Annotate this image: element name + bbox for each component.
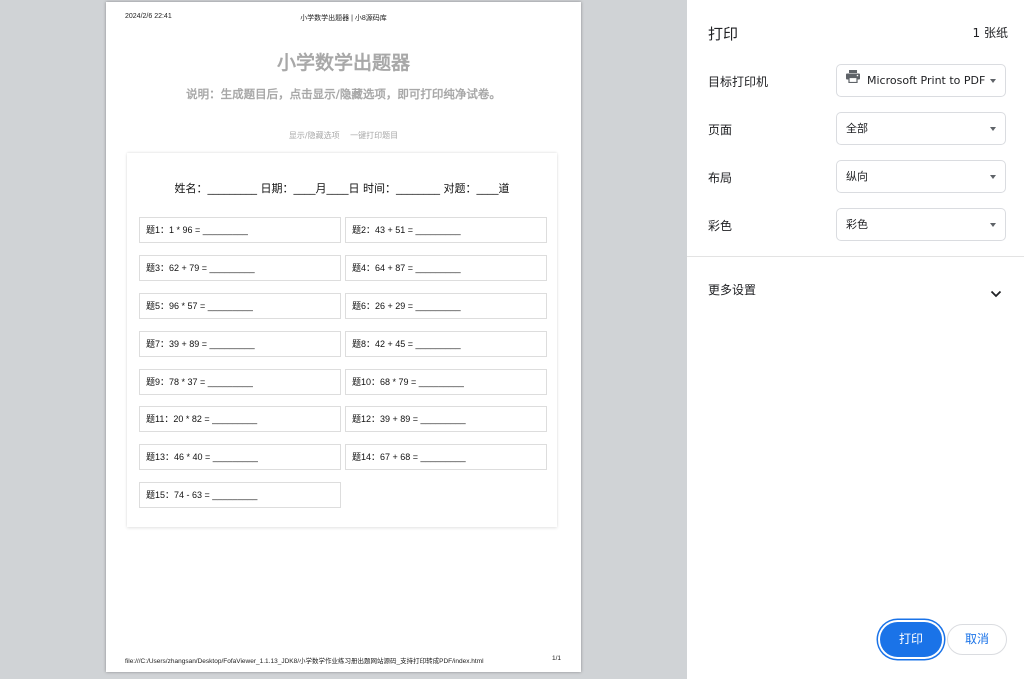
pages-value: 全部 (846, 122, 868, 135)
question-item: 题12：39 + 89 = _________ (345, 406, 547, 432)
print-questions-link[interactable]: 一键打印题目 (350, 131, 398, 140)
layout-label: 布局 (708, 171, 733, 185)
panel-title: 打印 (708, 25, 739, 43)
question-item: 题10：68 * 79 = _________ (345, 369, 547, 395)
print-preview-area: 2024/2/6 22:41 小学数学出题器 | 小8源码库 小学数学出题器 说… (0, 0, 687, 679)
question-item: 题6：26 + 29 = _________ (345, 293, 547, 319)
color-value: 彩色 (846, 218, 868, 231)
printer-icon (846, 64, 860, 95)
destination-value: Microsoft Print to PDF (867, 74, 986, 87)
chevron-down-icon (990, 223, 996, 227)
footer-page-number: 1/1 (552, 655, 562, 662)
layout-select[interactable]: 纵向 (836, 160, 1006, 193)
question-item: 题9：78 * 37 = _________ (139, 369, 341, 395)
page-title: 小学数学出题器 (276, 52, 410, 74)
chevron-down-icon (990, 79, 996, 83)
layout-value: 纵向 (846, 170, 868, 183)
footer-file-path: file:///C:/Users/zhangsan/Desktop/FofaVi… (125, 658, 484, 665)
print-button[interactable]: 打印 (880, 622, 942, 657)
pages-label: 页面 (708, 123, 733, 137)
student-info-line: 姓名：_________ 日期：____月____日 时间：________ 对… (174, 182, 510, 195)
page-controls: 显示/隐藏选项 一键打印题目 (106, 130, 581, 141)
question-item: 题7：39 + 89 = _________ (139, 331, 341, 357)
chevron-down-icon (990, 127, 996, 131)
preview-page: 2024/2/6 22:41 小学数学出题器 | 小8源码库 小学数学出题器 说… (106, 2, 581, 672)
sheet-count: 1 张纸 (972, 26, 1008, 40)
question-item: 题15：74 - 63 = _________ (139, 482, 341, 508)
question-item: 题8：42 + 45 = _________ (345, 331, 547, 357)
question-item: 题14：67 + 68 = _________ (345, 444, 547, 470)
more-settings-toggle[interactable]: 更多设置 (708, 281, 756, 298)
question-item: 题4：64 + 87 = _________ (345, 255, 547, 281)
panel-divider (687, 256, 1024, 257)
question-sheet: 姓名：_________ 日期：____月____日 时间：________ 对… (127, 153, 557, 527)
question-item: 题1：1 * 96 = _________ (139, 217, 341, 243)
color-select[interactable]: 彩色 (836, 208, 1006, 241)
question-item: 题11：20 * 82 = _________ (139, 406, 341, 432)
chevron-down-icon[interactable] (990, 283, 1002, 302)
page-description: 说明：生成题目后，点击显示/隐藏选项，即可打印纯净试卷。 (186, 87, 501, 101)
question-item: 题5：96 * 57 = _________ (139, 293, 341, 319)
color-label: 彩色 (708, 219, 733, 233)
question-item: 题2：43 + 51 = _________ (345, 217, 547, 243)
question-item: 题13：46 * 40 = _________ (139, 444, 341, 470)
cancel-button[interactable]: 取消 (947, 624, 1007, 655)
toggle-options-link[interactable]: 显示/隐藏选项 (289, 131, 340, 140)
destination-select[interactable]: Microsoft Print to PDF (836, 64, 1006, 97)
pages-select[interactable]: 全部 (836, 112, 1006, 145)
question-item: 题3：62 + 79 = _________ (139, 255, 341, 281)
chevron-down-icon (990, 175, 996, 179)
header-title: 小学数学出题器 | 小8源码库 (300, 15, 387, 22)
destination-label: 目标打印机 (708, 75, 769, 89)
print-settings-panel: 打印 1 张纸 目标打印机 Microsoft Print to PDF 页面 … (687, 0, 1024, 679)
